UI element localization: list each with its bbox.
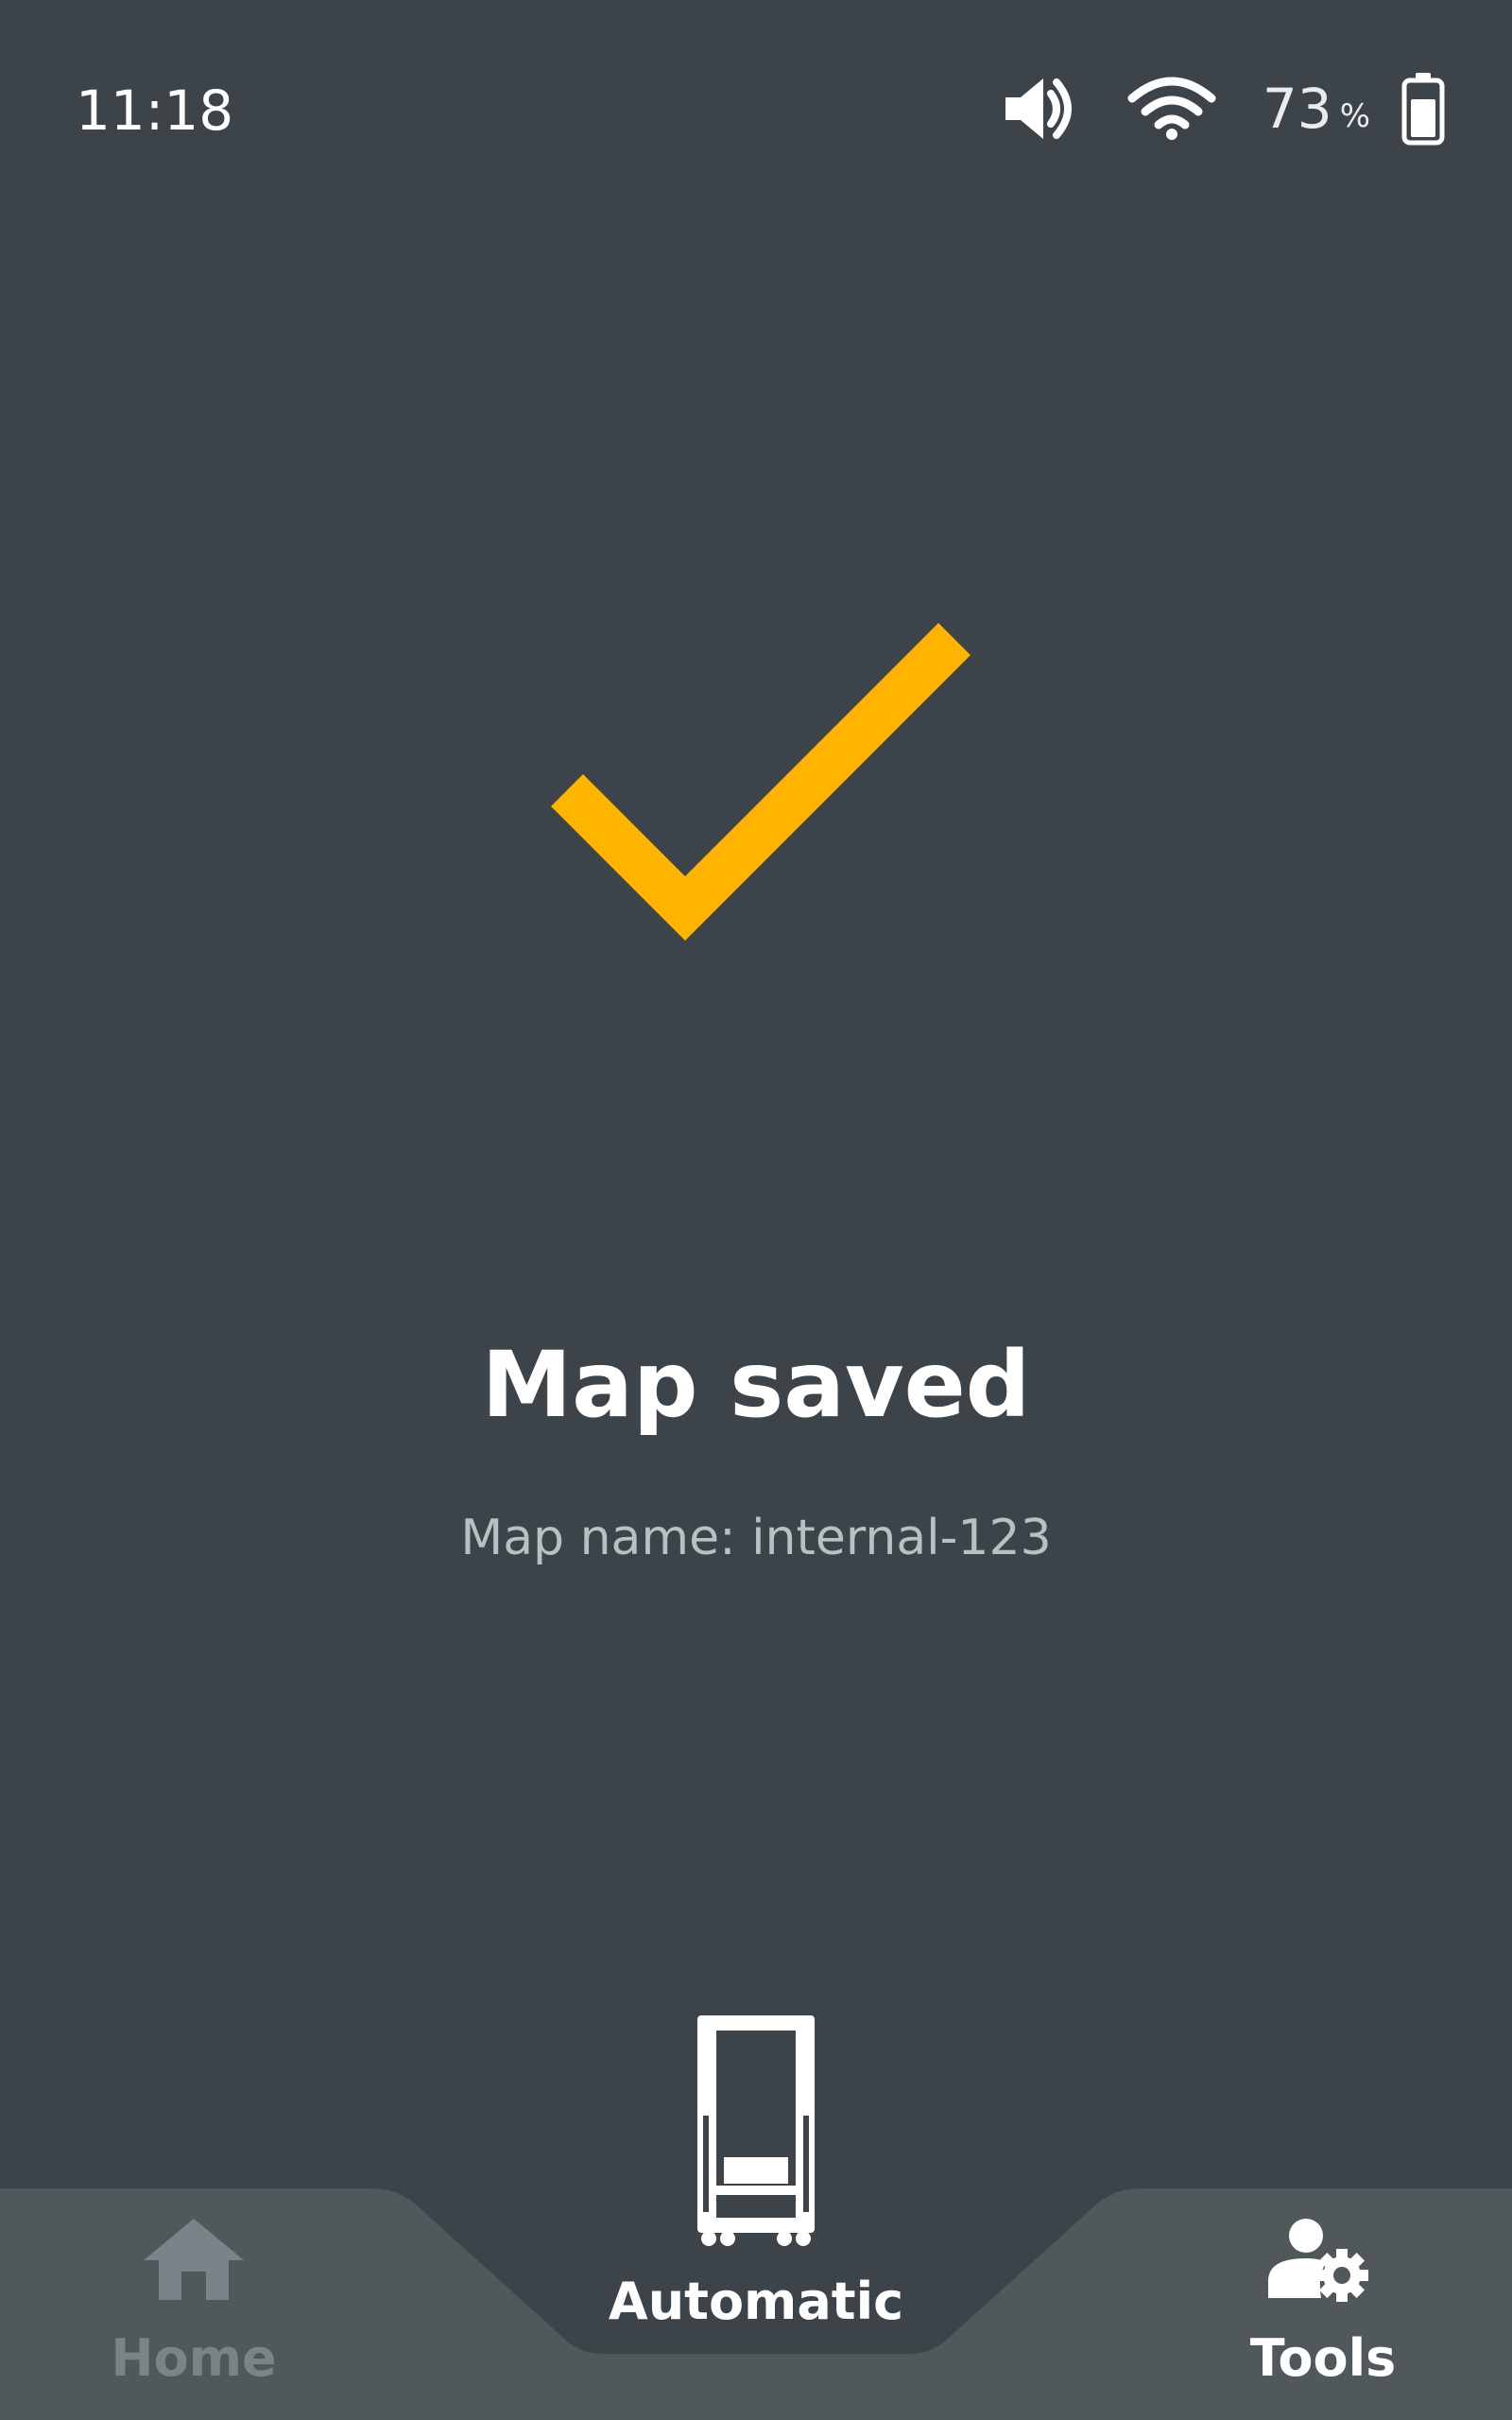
user-gear-icon bbox=[1268, 2219, 1368, 2302]
page-title: Map saved bbox=[481, 1332, 1031, 1438]
map-name-text: Map name: internal-123 bbox=[460, 1510, 1052, 1566]
status-time: 11:18 bbox=[76, 78, 234, 143]
robot-cart-icon bbox=[697, 2015, 815, 2246]
nav-label-tools: Tools bbox=[1249, 2328, 1397, 2388]
nav-item-tools[interactable]: Tools bbox=[1191, 2127, 1455, 2388]
home-icon bbox=[144, 2219, 244, 2300]
checkmark-icon bbox=[551, 623, 971, 941]
battery-icon[interactable] bbox=[1400, 71, 1446, 147]
status-icons: 73 % bbox=[1002, 66, 1446, 151]
wifi-icon[interactable] bbox=[1126, 76, 1217, 142]
volume-icon[interactable] bbox=[1002, 75, 1077, 143]
nav-label-home: Home bbox=[111, 2328, 277, 2388]
status-bar: 11:18 73 % bbox=[0, 0, 1512, 227]
battery-level: 73 bbox=[1262, 77, 1332, 141]
nav-label-automatic: Automatic bbox=[608, 2272, 904, 2331]
battery-unit: % bbox=[1339, 97, 1370, 135]
nav-item-home[interactable]: Home bbox=[76, 2127, 312, 2388]
nav-item-automatic[interactable]: Automatic bbox=[567, 2004, 945, 2382]
